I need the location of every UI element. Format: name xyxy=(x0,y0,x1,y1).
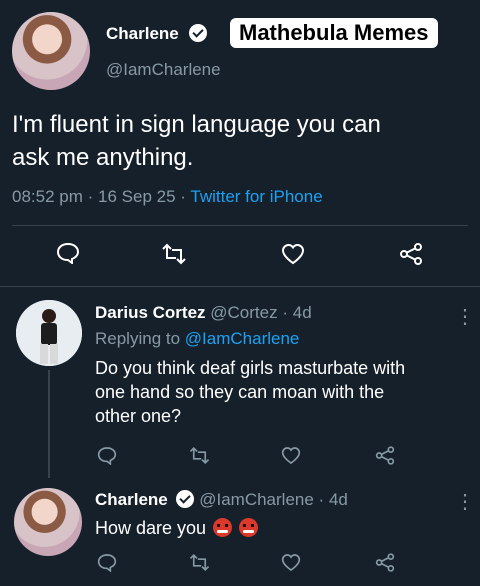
tweet-text-line: ask me anything. xyxy=(12,144,194,171)
like-icon[interactable] xyxy=(281,446,301,465)
angry-emoji-icon xyxy=(239,518,259,537)
tweet-author-row: Charlene xyxy=(106,24,208,44)
avatar[interactable] xyxy=(16,300,82,366)
reply-text-line: How dare you xyxy=(95,518,207,538)
reply-icon[interactable] xyxy=(97,553,117,572)
reply-age: 4d xyxy=(292,303,312,322)
like-icon[interactable] xyxy=(281,243,305,265)
retweet-icon[interactable] xyxy=(188,553,211,572)
reply-text-line: one hand so they can moan with the xyxy=(95,382,385,402)
separator: · xyxy=(318,490,325,509)
reply-icon[interactable] xyxy=(56,242,80,264)
angry-emoji-icon xyxy=(213,518,233,537)
tweet-text-line: I'm fluent in sign language you can xyxy=(12,111,381,138)
replying-to: Replying to @IamCharlene xyxy=(95,329,299,349)
divider xyxy=(12,225,468,226)
author-handle[interactable]: @Cortez xyxy=(210,303,277,322)
verified-icon xyxy=(176,490,195,508)
divider xyxy=(0,286,480,287)
replying-to-handle[interactable]: @IamCharlene xyxy=(185,329,300,348)
author-handle[interactable]: @IamCharlene xyxy=(106,60,221,80)
avatar[interactable] xyxy=(12,12,90,90)
thread-line xyxy=(48,370,50,478)
author-name[interactable]: Charlene xyxy=(95,490,168,509)
author-name[interactable]: Charlene xyxy=(106,24,179,43)
share-icon[interactable] xyxy=(375,446,395,465)
tweet-text: I'm fluent in sign language you can ask … xyxy=(12,108,472,174)
reply-icon[interactable] xyxy=(97,446,117,465)
reply-author-row: Charlene @IamCharlene · 4d xyxy=(95,490,348,510)
separator: · xyxy=(282,303,288,322)
tweet-source[interactable]: Twitter for iPhone xyxy=(190,187,322,206)
verified-icon xyxy=(189,24,208,42)
like-icon[interactable] xyxy=(281,553,301,572)
reply-age: 4d xyxy=(328,490,348,509)
watermark: Mathebula Memes xyxy=(230,18,438,48)
reply-text: Do you think deaf girls masturbate with … xyxy=(95,356,475,428)
author-name[interactable]: Darius Cortez xyxy=(95,303,206,322)
tweet-date[interactable]: 16 Sep 25 xyxy=(98,187,176,206)
reply-text-line: other one? xyxy=(95,406,182,426)
separator: · xyxy=(87,187,94,206)
reply-text: How dare you xyxy=(95,516,259,540)
more-options-icon[interactable]: ⋮ xyxy=(455,492,475,512)
tweet-time[interactable]: 08:52 pm xyxy=(12,187,83,206)
separator: · xyxy=(180,187,186,206)
more-options-icon[interactable]: ⋮ xyxy=(455,307,475,327)
reply-text-line: Do you think deaf girls masturbate with xyxy=(95,358,406,378)
share-icon[interactable] xyxy=(375,553,395,572)
author-handle[interactable]: @IamCharlene xyxy=(199,490,314,509)
avatar[interactable] xyxy=(14,488,82,556)
retweet-icon[interactable] xyxy=(188,446,211,465)
share-icon[interactable] xyxy=(399,243,423,265)
tweet-meta: 08:52 pm · 16 Sep 25 · Twitter for iPhon… xyxy=(12,187,323,207)
retweet-icon[interactable] xyxy=(160,243,188,265)
reply-author-row: Darius Cortez @Cortez · 4d xyxy=(95,303,312,323)
replying-to-label: Replying to xyxy=(95,329,181,348)
